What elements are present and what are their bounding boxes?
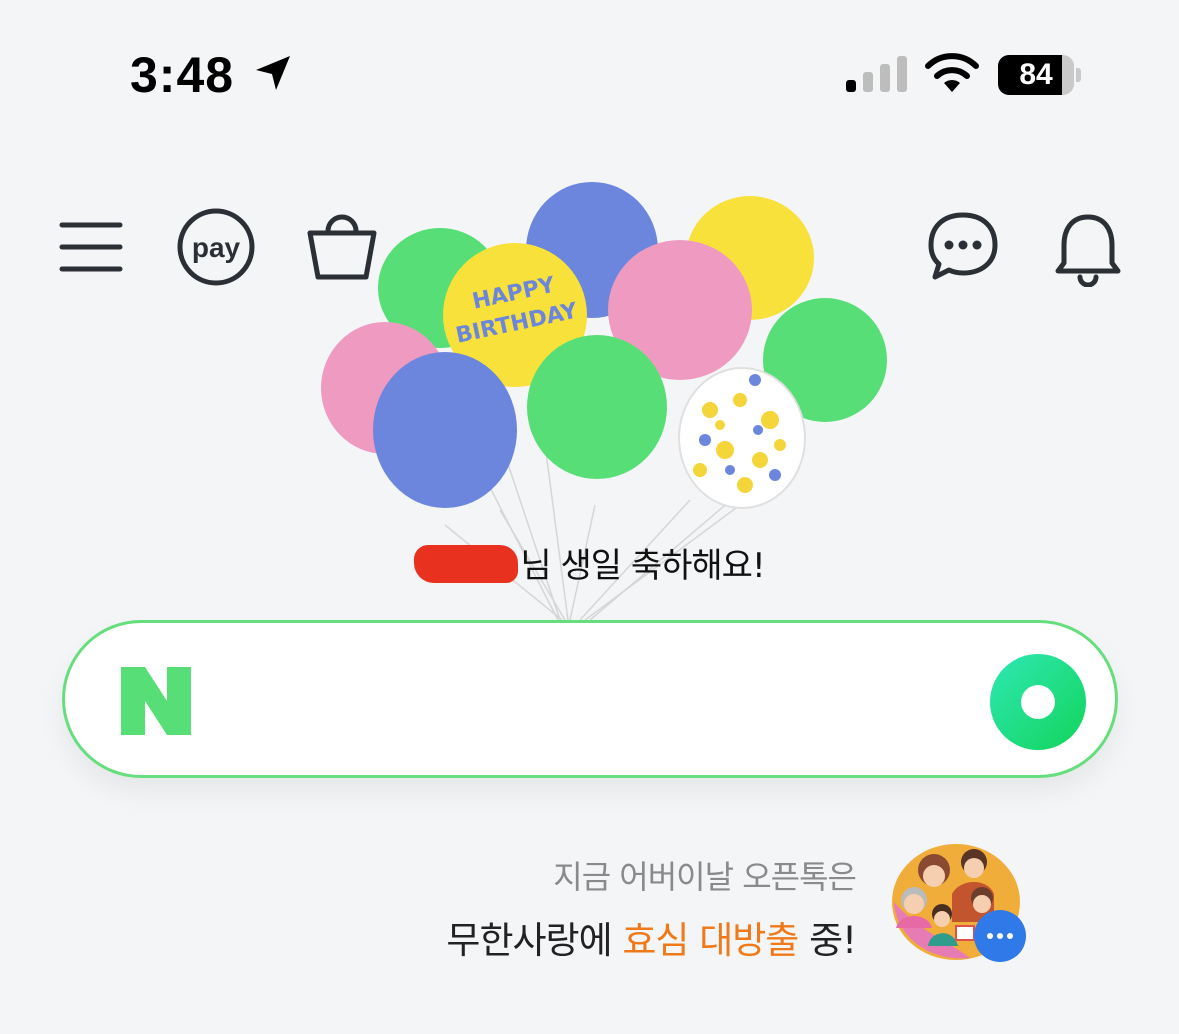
naver-n-logo-icon (121, 667, 191, 735)
family-openchat-illustration-icon[interactable] (890, 842, 1030, 964)
search-button-icon[interactable] (989, 653, 1087, 751)
promo-title-prefix: 무한사랑에 (446, 919, 623, 962)
balloon-blue (373, 352, 517, 508)
promo-title-highlight: 효심 대방출 (622, 919, 799, 962)
pay-label: pay (192, 232, 241, 263)
balloon-green (527, 335, 667, 479)
confetti-balloon (678, 367, 806, 509)
wifi-icon (925, 53, 979, 92)
birthday-message: 님 생일 축하해요! (0, 538, 1179, 587)
redacted-username (414, 545, 519, 583)
menu-button[interactable] (56, 207, 136, 287)
bell-icon (1055, 214, 1121, 288)
battery-percent: 84 (1019, 58, 1053, 91)
promo-subtitle[interactable]: 지금 어버이날 오픈톡은 (553, 852, 857, 898)
promo-title-suffix: 중! (798, 919, 857, 962)
search-bar[interactable] (62, 620, 1118, 778)
pay-icon: pay (177, 208, 255, 286)
status-bar: 3:48 84 (0, 0, 1179, 150)
location-arrow-icon (256, 56, 290, 90)
notifications-button[interactable] (1050, 207, 1130, 288)
status-time: 3:48 (130, 47, 235, 103)
birthday-message-text: 님 생일 축하해요! (520, 546, 765, 586)
pay-button[interactable]: pay (176, 207, 256, 287)
battery-icon: 84 (998, 55, 1082, 95)
chat-button[interactable] (925, 207, 1005, 287)
promo-title[interactable]: 무한사랑에 효심 대방출 중! (446, 910, 857, 964)
chat-bubble-icon (928, 212, 998, 280)
menu-icon (59, 222, 123, 272)
cellular-signal-icon (846, 56, 907, 92)
